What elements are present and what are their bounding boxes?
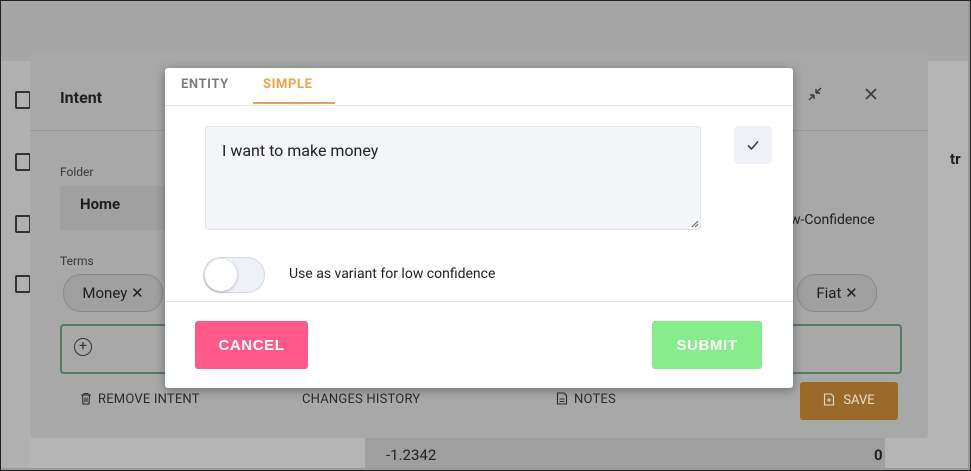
tab-entity[interactable]: ENTITY [181, 77, 229, 92]
save-icon [824, 393, 835, 406]
variant-modal: ENTITY SIMPLE Use as variant for low con… [165, 68, 793, 388]
check-icon [747, 140, 759, 151]
terms-label: Terms [60, 254, 94, 268]
term-chip[interactable]: Money ✕ [63, 274, 163, 312]
row-value: 0 [874, 446, 883, 464]
term-chip-label: Money ✕ [82, 284, 144, 302]
remove-intent-label: REMOVE INTENT [98, 392, 200, 407]
modal-tabs: ENTITY SIMPLE [165, 68, 793, 106]
close-icon[interactable] [864, 86, 878, 105]
low-confidence-label: w-Confidence [790, 212, 875, 228]
variant-text-input[interactable] [205, 126, 701, 230]
confirm-check-button[interactable] [734, 126, 772, 164]
term-chip-label: Fiat ✕ [816, 284, 858, 302]
rail-icon[interactable] [15, 91, 31, 109]
term-chip[interactable]: Fiat ✕ [797, 274, 877, 312]
resize-grip-icon[interactable] [691, 220, 699, 228]
trash-icon [81, 392, 91, 405]
notes-button[interactable]: NOTES [556, 392, 616, 407]
notes-label: NOTES [574, 392, 616, 407]
intent-title: Intent [60, 88, 103, 107]
folder-label: Folder [60, 165, 94, 179]
tab-simple[interactable]: SIMPLE [263, 77, 313, 92]
cancel-button[interactable]: CANCEL [195, 321, 308, 369]
plus-circle-icon[interactable]: + [74, 338, 92, 356]
save-button[interactable]: SAVE [800, 382, 898, 420]
rail-icon[interactable] [15, 153, 31, 171]
left-rail [1, 61, 31, 468]
folder-value: Home [80, 195, 121, 213]
save-label: SAVE [843, 393, 875, 408]
submit-button[interactable]: SUBMIT [652, 321, 762, 369]
toggle-label: Use as variant for low confidence [289, 266, 496, 282]
remove-intent-button[interactable]: REMOVE INTENT [80, 392, 200, 407]
toggle-knob [205, 259, 237, 291]
low-confidence-toggle[interactable] [203, 257, 265, 293]
notes-icon [556, 392, 568, 405]
active-tab-indicator [253, 102, 335, 104]
tab-fragment[interactable]: tr [950, 150, 961, 168]
minimize-icon[interactable] [808, 86, 822, 105]
rail-icon[interactable] [15, 215, 31, 233]
changes-history-button[interactable]: CHANGES HISTORY [302, 392, 420, 407]
modal-footer-divider [165, 301, 793, 302]
rail-icon[interactable] [15, 275, 31, 293]
table-row [365, 438, 885, 468]
row-text: -1.2342 [386, 446, 437, 464]
